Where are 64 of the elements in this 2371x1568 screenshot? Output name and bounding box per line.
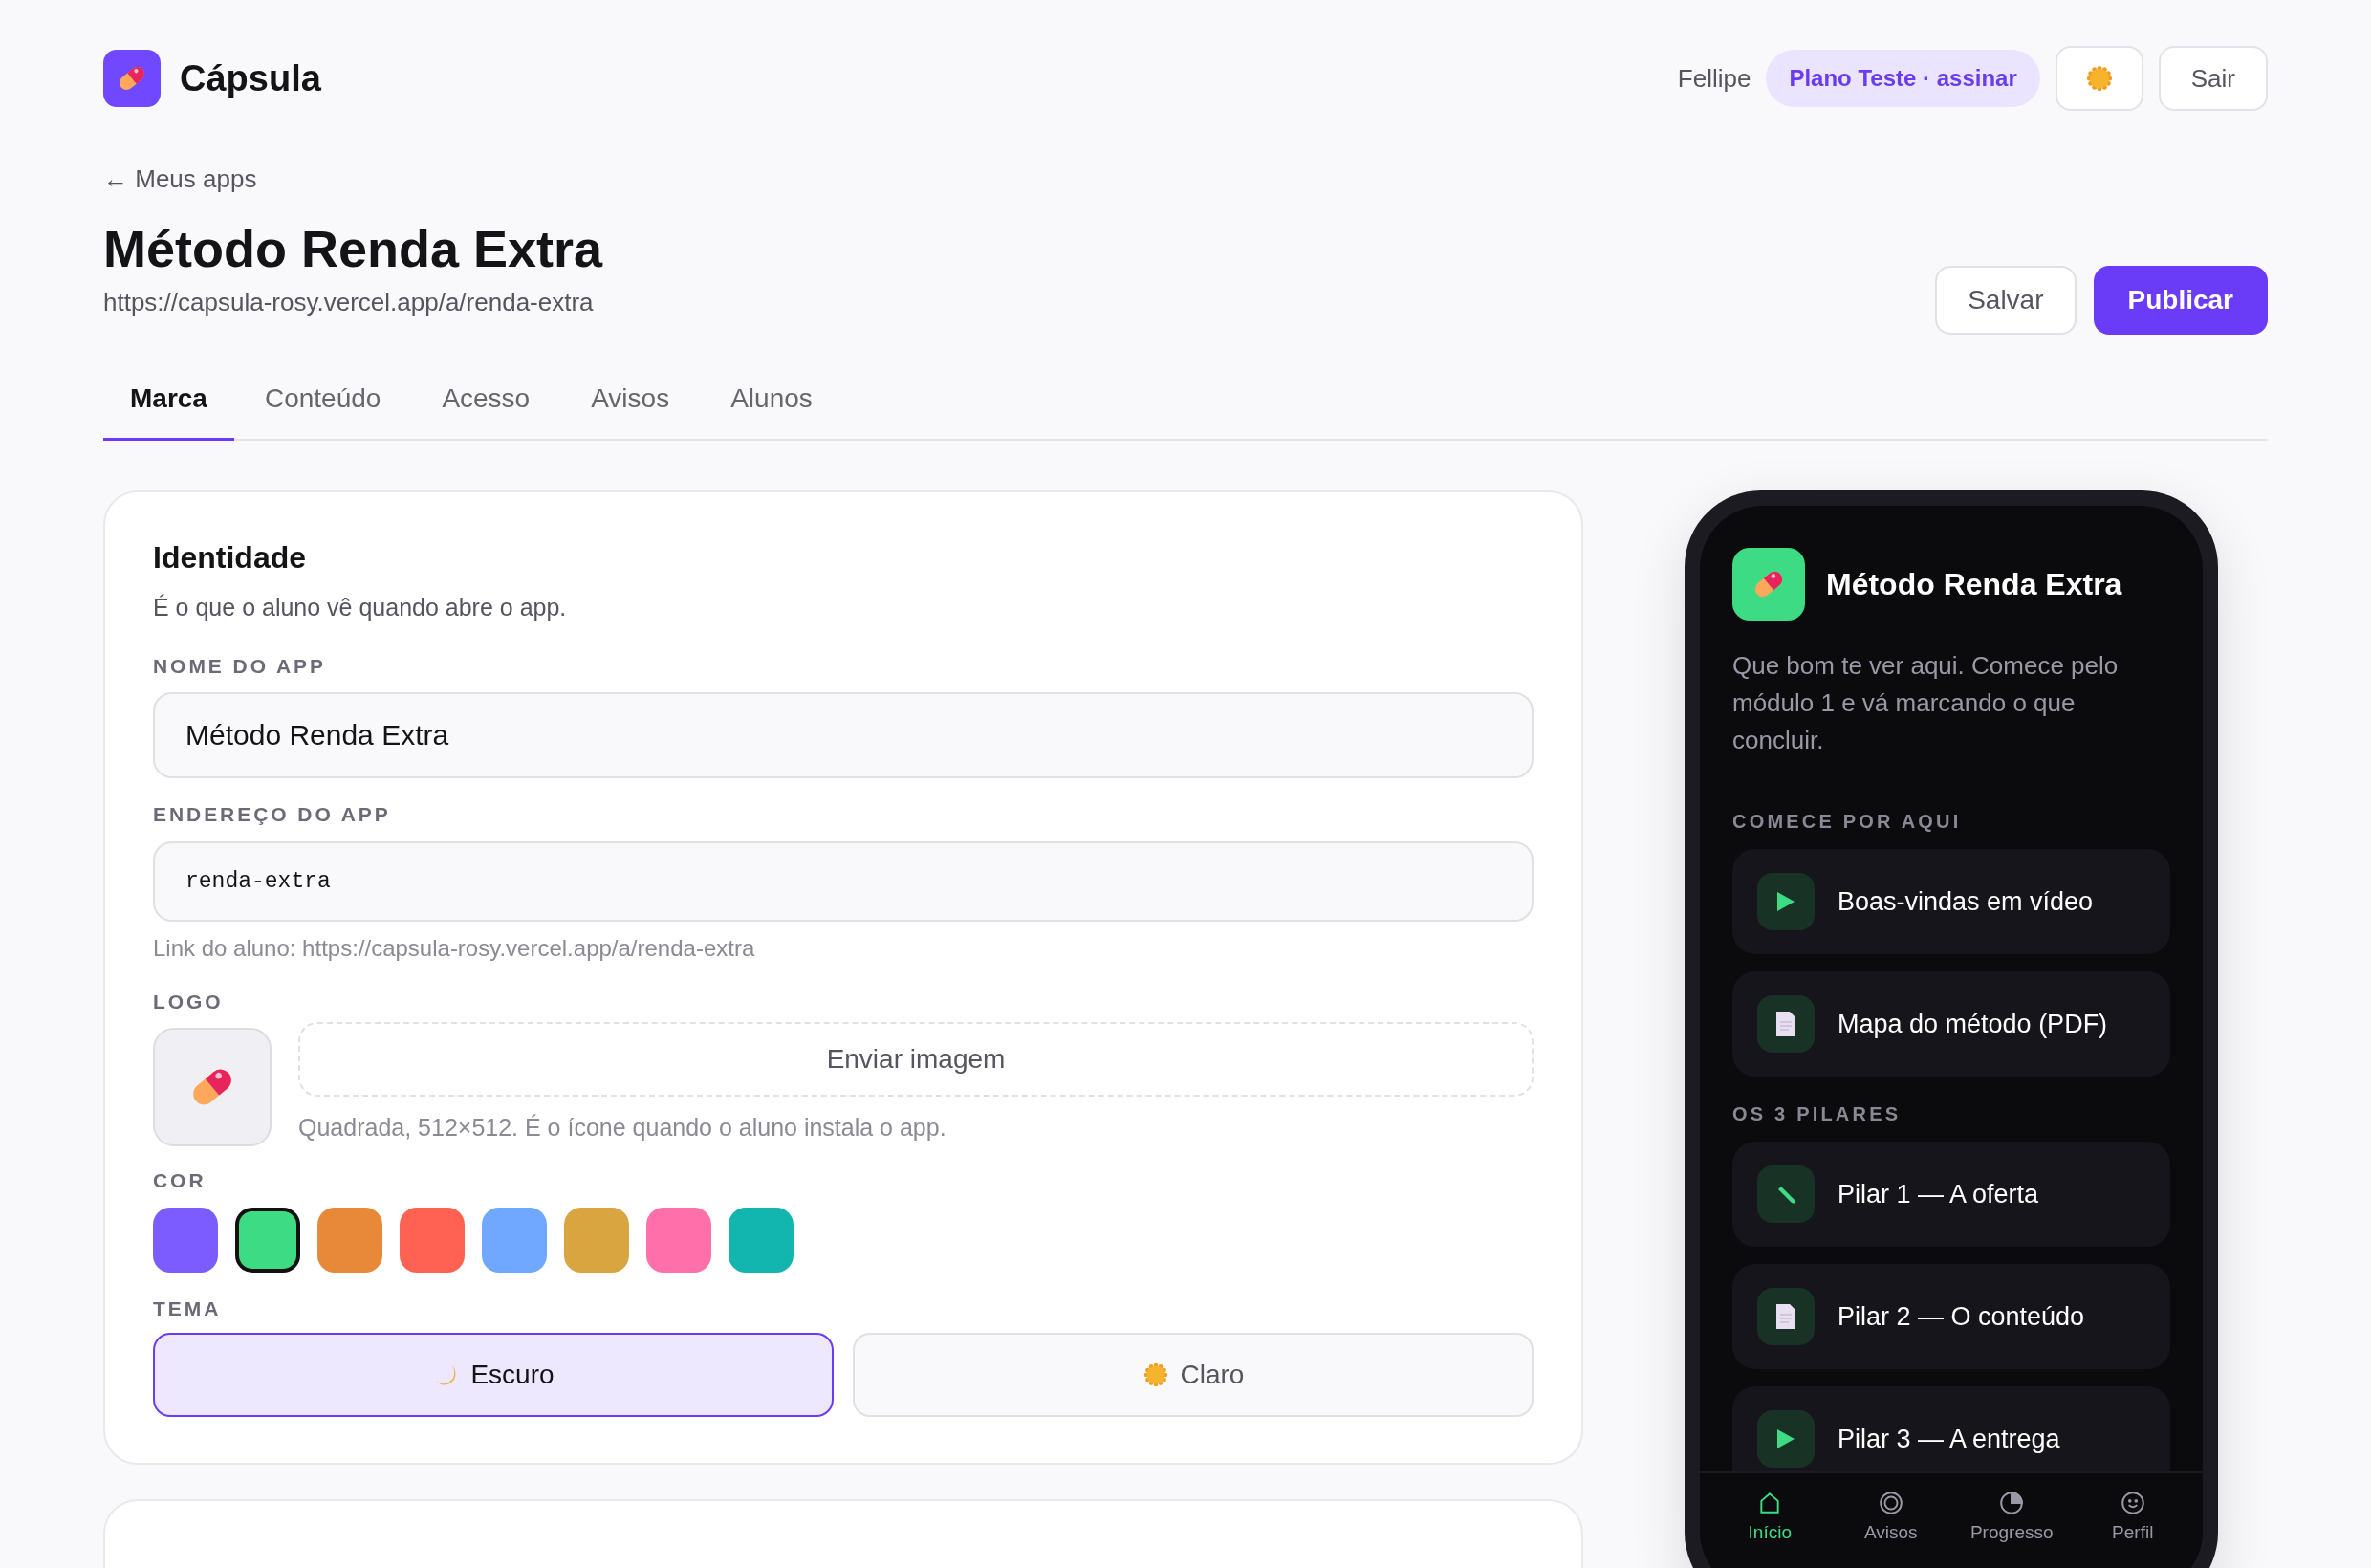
sun-icon (2084, 64, 2114, 93)
app-title: Método Renda Extra (1826, 566, 2122, 604)
theme-toggle-button[interactable] (2055, 46, 2143, 111)
app-url: https://capsula-rosy.vercel.app/a/renda-extra (103, 287, 595, 319)
lesson-title: Pilar 2 — O conteúdo (1838, 1300, 2085, 1333)
theme-option[interactable]: Escuro (153, 1333, 834, 1418)
color-swatch[interactable] (317, 1207, 382, 1273)
play-icon (1775, 890, 1796, 914)
target-icon (1878, 1491, 1903, 1516)
student-link-hint: Link do aluno: https://capsula-rosy.vercel.app/a/renda-extra (153, 933, 756, 963)
bottom-nav-item[interactable]: Início (1709, 1491, 1831, 1557)
tab[interactable]: Conteúdo (233, 379, 412, 442)
lesson-item[interactable]: Pilar 1 — A oferta (1732, 1142, 2170, 1248)
theme-option[interactable]: Claro (853, 1333, 1534, 1418)
plan-badge[interactable]: Plano Teste · assinar (1766, 50, 2040, 107)
welcome-text: Que bom te ver aqui. Comece pelo módulo 1 e vá marcando o que concluir. (1732, 650, 2120, 757)
lesson-title: Mapa do método (PDF) (1838, 1008, 2108, 1040)
tab[interactable]: Avisos (560, 379, 701, 442)
color-swatch[interactable] (153, 1207, 218, 1273)
brand-name: Cápsula (180, 56, 321, 100)
section-heading: OS 3 PILARES (1732, 1102, 1903, 1127)
color-swatch[interactable] (564, 1207, 629, 1273)
lesson-title: Pilar 3 — A entrega (1838, 1423, 2060, 1455)
color-swatch[interactable] (646, 1207, 711, 1273)
app-address-field[interactable]: renda-extra (153, 840, 1534, 922)
tab[interactable]: Acesso (411, 379, 561, 442)
field-label: ENDEREÇO DO APP (153, 802, 392, 828)
sun-icon (1142, 1361, 1169, 1389)
color-swatch[interactable] (400, 1207, 465, 1273)
user-name: Fellipe (1677, 62, 1751, 95)
bottom-nav-item[interactable]: Avisos (1830, 1491, 1951, 1557)
field-label: TEMA (153, 1296, 223, 1321)
field-label: COR (153, 1168, 207, 1194)
lesson-item[interactable]: Mapa do método (PDF) (1732, 971, 2170, 1078)
section-heading: COMECE POR AQUI (1732, 810, 1963, 835)
publish-button[interactable]: Publicar (2093, 266, 2268, 336)
bottom-nav-item[interactable]: Progresso (1951, 1491, 2073, 1557)
pie-chart-icon (1999, 1491, 2025, 1516)
color-swatch[interactable] (235, 1207, 300, 1273)
save-button[interactable]: Salvar (1935, 266, 2077, 336)
lesson-title: Pilar 1 — A oferta (1838, 1178, 2039, 1210)
back-link[interactable]: ← Meus apps (103, 164, 257, 193)
lesson-item[interactable]: Pilar 2 — O conteúdo (1732, 1264, 2170, 1370)
smiley-icon (2120, 1491, 2145, 1516)
lesson-title: Boas-vindas em vídeo (1838, 885, 2094, 918)
field-label: NOME DO APP (153, 653, 327, 679)
play-icon (1775, 1427, 1796, 1451)
app-name-field[interactable]: Método Renda Extra (153, 692, 1534, 779)
lesson-item[interactable]: Boas-vindas em vídeo (1732, 849, 2170, 955)
logo-hint: Quadrada, 512×512. É o ícone quando o aluno instala o app. (298, 1113, 947, 1143)
tab[interactable]: Alunos (700, 379, 843, 442)
card-subtitle: É o que o aluno vê quando abre o app. (153, 593, 568, 623)
color-swatch[interactable] (729, 1207, 794, 1273)
card-title: Identidade (153, 539, 307, 577)
upload-image-button[interactable]: Enviar imagem (298, 1022, 1534, 1098)
lesson-item[interactable]: Pilar 3 — A entrega (1732, 1386, 2170, 1472)
field-label: LOGO (153, 989, 225, 1014)
bottom-nav-item[interactable]: Perfil (2072, 1491, 2193, 1557)
document-icon (1775, 1011, 1796, 1038)
logout-button[interactable]: Sair (2158, 46, 2268, 111)
color-swatch[interactable] (482, 1207, 547, 1273)
tab[interactable]: Marca (103, 379, 234, 442)
document-icon (1775, 1303, 1796, 1331)
page-title: Método Renda Extra (103, 219, 603, 279)
